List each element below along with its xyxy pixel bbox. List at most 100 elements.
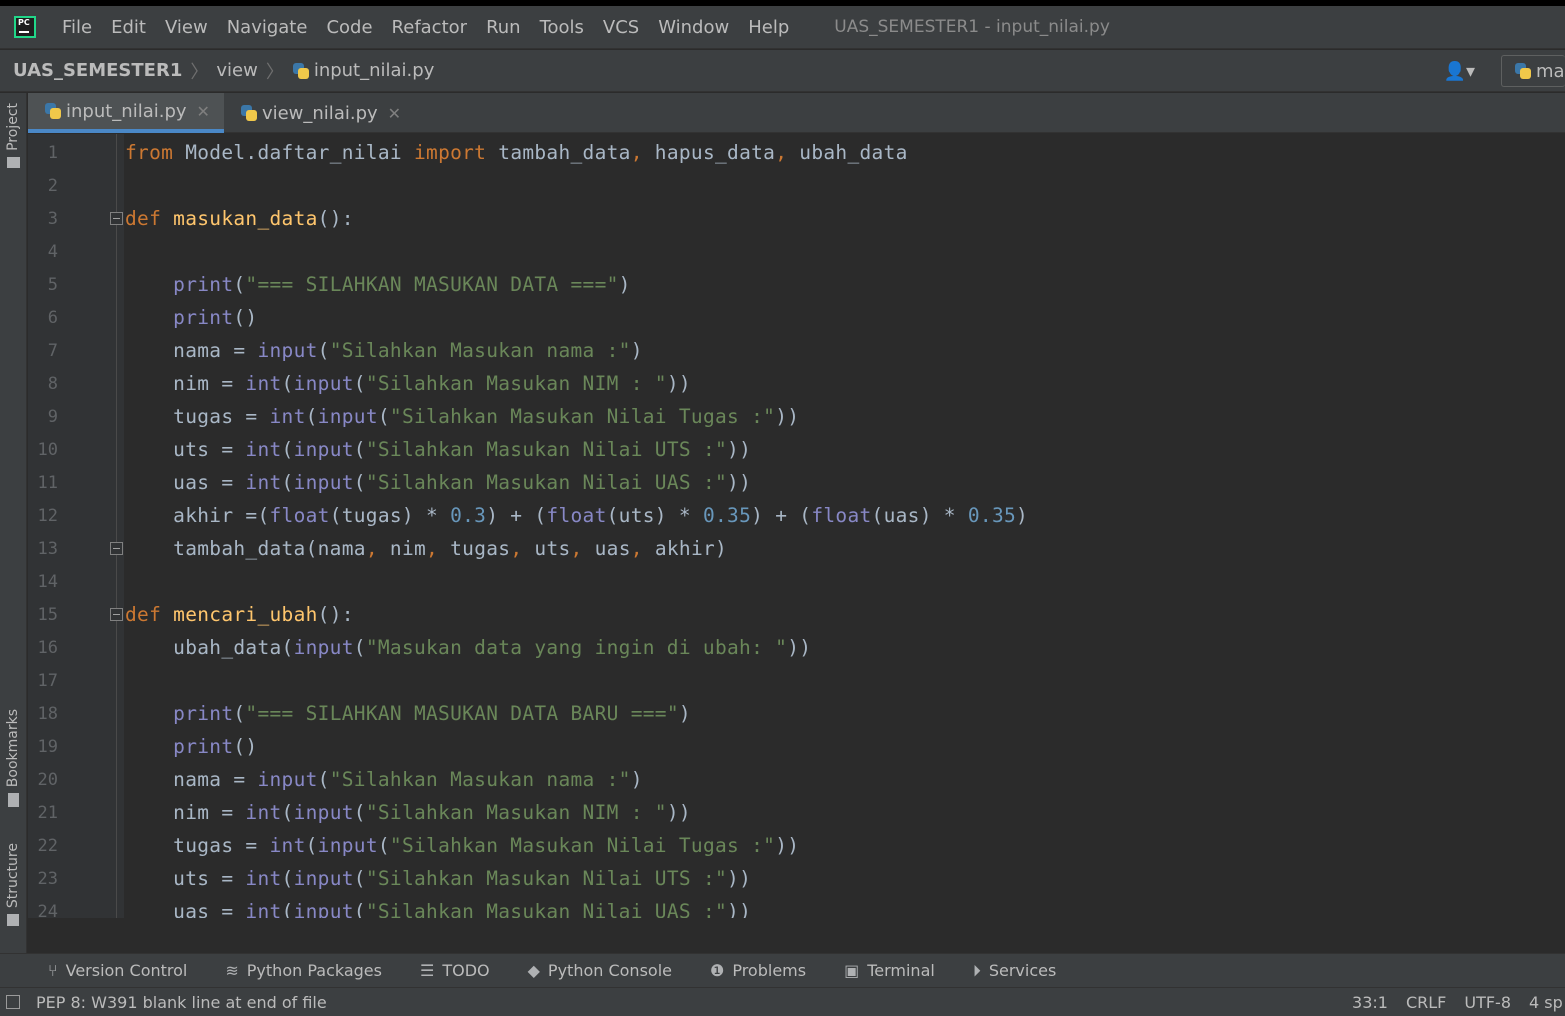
tab-label: view_nilai.py (261, 102, 378, 124)
menu-window[interactable]: Window (658, 17, 729, 38)
menu-code[interactable]: Code (326, 17, 372, 38)
bookmarks-tool-tab[interactable]: Bookmarks (2, 709, 24, 808)
code-line[interactable]: 19 print() (28, 730, 1565, 763)
left-tool-strip: Project Bookmarks Structure (0, 93, 27, 953)
tab-label: input_nilai.py (66, 100, 187, 122)
line-number: 15 (37, 604, 58, 625)
code-text: uas = int(input("Silahkan Masukan Nilai … (125, 471, 752, 494)
status-message[interactable]: PEP 8: W391 blank line at end of file (36, 993, 327, 1012)
line-number: 3 (47, 208, 58, 229)
code-line[interactable]: 14 (28, 565, 1565, 598)
tool-label: Version Control (65, 961, 188, 980)
user-account-icon[interactable]: 👤▾ (1444, 61, 1475, 82)
code-line[interactable]: 22 tugas = int(input("Silahkan Masukan N… (28, 829, 1565, 862)
tool-todo[interactable]: ☰ TODO (420, 961, 490, 980)
code-line[interactable]: 1 from Model.daftar_nilai import tambah_d… (28, 136, 1565, 169)
line-number: 24 (37, 901, 58, 919)
breadcrumb-folder[interactable]: view (216, 60, 257, 81)
tool-python-packages[interactable]: ≋ Python Packages (225, 961, 382, 980)
code-line[interactable]: 7 nama = input("Silahkan Masukan nama :"… (28, 334, 1565, 367)
line-number: 20 (37, 769, 58, 790)
branch-icon: ⑂ (48, 961, 58, 980)
code-line[interactable]: 11 uas = int(input("Silahkan Masukan Nil… (28, 466, 1565, 499)
line-number: 18 (37, 703, 58, 724)
code-line[interactable]: 10 uts = int(input("Silahkan Masukan Nil… (28, 433, 1565, 466)
fold-toggle-icon[interactable] (110, 212, 123, 225)
pycharm-logo-icon[interactable]: PC (14, 16, 36, 38)
code-line[interactable]: 23 uts = int(input("Silahkan Masukan Nil… (28, 862, 1565, 895)
code-text: print() (173, 735, 258, 758)
fold-toggle-icon[interactable] (110, 608, 123, 621)
toggle-tool-windows-icon[interactable] (6, 995, 20, 1009)
project-tool-tab[interactable]: Project (2, 103, 24, 168)
breadcrumb-file[interactable]: input_nilai.py (314, 60, 435, 81)
tool-label: Services (988, 961, 1057, 980)
line-number: 9 (47, 406, 58, 427)
code-line[interactable]: 2 (28, 169, 1565, 202)
line-number: 14 (37, 571, 58, 592)
folder-icon (6, 156, 20, 168)
code-text: nim = int(input("Silahkan Masukan NIM : … (125, 801, 691, 824)
caret-position[interactable]: 33:1 (1352, 993, 1388, 1012)
code-line[interactable]: 13 tambah_data(nama, nim, tugas, uts, ua… (28, 532, 1565, 565)
tool-services[interactable]: ⏵ Services (973, 961, 1056, 981)
code-editor[interactable]: 1 from Model.daftar_nilai import tambah_d… (28, 134, 1565, 918)
breadcrumb-project[interactable]: UAS_SEMESTER1 (13, 60, 182, 81)
bookmarks-tab-label: Bookmarks (5, 709, 21, 788)
tab-input-nilai[interactable]: input_nilai.py ✕ (28, 93, 224, 133)
code-line[interactable]: 4 (28, 235, 1565, 268)
code-lines[interactable]: 1 from Model.daftar_nilai import tambah_d… (28, 136, 1565, 918)
menu-view[interactable]: View (165, 17, 208, 38)
tool-python-console[interactable]: ◆ Python Console (528, 961, 672, 980)
code-text: nim = int(input("Silahkan Masukan NIM : … (125, 372, 691, 395)
code-line[interactable]: 9 tugas = int(input("Silahkan Masukan Ni… (28, 400, 1565, 433)
indent-setting[interactable]: 4 sp (1529, 993, 1565, 1012)
tool-label: Terminal (867, 961, 935, 980)
code-line[interactable]: 8 nim = int(input("Silahkan Masukan NIM … (28, 367, 1565, 400)
code-line[interactable]: 16 ubah_data(input("Masukan data yang in… (28, 631, 1565, 664)
line-number: 17 (37, 670, 58, 691)
line-number: 13 (37, 538, 58, 559)
code-text: def masukan_data(): (125, 207, 354, 230)
code-line[interactable]: 21 nim = int(input("Silahkan Masukan NIM… (28, 796, 1565, 829)
line-number: 4 (47, 241, 58, 262)
structure-tool-tab[interactable]: Structure (2, 843, 24, 927)
menu-edit[interactable]: Edit (111, 17, 146, 38)
code-line[interactable]: 24 uas = int(input("Silahkan Masukan Nil… (28, 895, 1565, 918)
tool-problems[interactable]: ❶ Problems (710, 961, 806, 980)
structure-tab-label: Structure (5, 843, 21, 909)
tool-terminal[interactable]: ▣ Terminal (844, 961, 935, 980)
breadcrumb-separator-icon: 〉 (190, 61, 209, 83)
close-icon[interactable]: ✕ (197, 102, 210, 121)
python-icon (1514, 62, 1532, 80)
line-number: 21 (37, 802, 58, 823)
code-text: uas = int(input("Silahkan Masukan Nilai … (125, 900, 752, 918)
menu-navigate[interactable]: Navigate (227, 17, 308, 38)
services-icon: ⏵ (972, 960, 981, 980)
code-line[interactable]: 17 (28, 664, 1565, 697)
menu-run[interactable]: Run (486, 17, 521, 38)
menu-refactor[interactable]: Refactor (392, 17, 468, 38)
breadcrumb-separator-icon: 〉 (265, 61, 284, 83)
code-line[interactable]: 3 def masukan_data(): (28, 202, 1565, 235)
window-title: UAS_SEMESTER1 - input_nilai.py (834, 17, 1110, 37)
code-line[interactable]: 6 print() (28, 301, 1565, 334)
close-icon[interactable]: ✕ (388, 104, 401, 123)
code-text: uts = int(input("Silahkan Masukan Nilai … (125, 867, 752, 890)
code-line[interactable]: 18 print("=== SILAHKAN MASUKAN DATA BARU… (28, 697, 1565, 730)
code-line[interactable]: 5 print("=== SILAHKAN MASUKAN DATA ===") (28, 268, 1565, 301)
menu-tools[interactable]: Tools (540, 17, 584, 38)
code-line[interactable]: 20 nama = input("Silahkan Masukan nama :… (28, 763, 1565, 796)
menu-vcs[interactable]: VCS (603, 17, 639, 38)
fold-toggle-icon[interactable] (110, 542, 123, 555)
line-separator[interactable]: CRLF (1406, 993, 1446, 1012)
menu-file[interactable]: File (62, 17, 92, 38)
run-configuration-selector[interactable]: ma (1501, 55, 1565, 87)
tool-label: Python Console (547, 961, 672, 980)
tab-view-nilai[interactable]: view_nilai.py ✕ (224, 93, 415, 133)
tool-version-control[interactable]: ⑂ Version Control (48, 961, 187, 980)
code-line[interactable]: 15 def mencari_ubah(): (28, 598, 1565, 631)
file-encoding[interactable]: UTF-8 (1464, 993, 1511, 1012)
menu-help[interactable]: Help (748, 17, 789, 38)
code-line[interactable]: 12 akhir =(float(tugas) * 0.3) + (float(… (28, 499, 1565, 532)
